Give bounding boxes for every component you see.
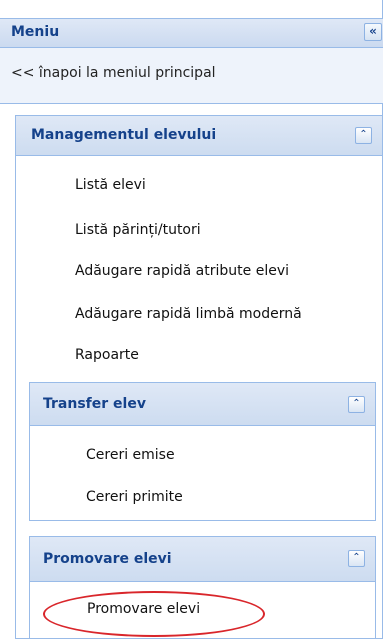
menu-item-lista-elevi[interactable]: Listă elevi	[75, 177, 146, 193]
transfer-group-header[interactable]: Transfer elev ⌃	[30, 383, 375, 426]
menu-item-cereri-primite[interactable]: Cereri primite	[86, 489, 183, 505]
menu-item-cereri-emise[interactable]: Cereri emise	[86, 447, 175, 463]
transfer-collapse-icon[interactable]: ⌃	[348, 396, 365, 413]
promovare-group-header[interactable]: Promovare elevi ⌃	[30, 537, 375, 582]
management-collapse-icon[interactable]: ⌃	[355, 127, 372, 144]
menu-item-lista-parinti-tutori[interactable]: Listă părinți/tutori	[75, 222, 201, 238]
collapse-panel-button[interactable]: «	[364, 23, 382, 41]
menu-panel: Meniu « << înapoi la meniul principal Ma…	[0, 0, 383, 639]
menu-item-adaugare-limba-moderna[interactable]: Adăugare rapidă limbă modernă	[75, 306, 302, 322]
menu-title: Meniu	[11, 24, 60, 40]
management-group-header[interactable]: Managementul elevului ⌃	[16, 116, 382, 156]
transfer-group-title: Transfer elev	[43, 396, 146, 412]
promovare-group-title: Promovare elevi	[43, 551, 172, 567]
back-to-main-menu-link[interactable]: << înapoi la meniul principal	[11, 65, 216, 81]
transfer-group: Transfer elev ⌃	[29, 382, 376, 521]
menu-item-adaugare-atribute-elevi[interactable]: Adăugare rapidă atribute elevi	[75, 263, 289, 279]
management-group-title: Managementul elevului	[31, 127, 217, 143]
highlight-ellipse-annotation	[43, 591, 265, 637]
promovare-collapse-icon[interactable]: ⌃	[348, 550, 365, 567]
menu-item-rapoarte[interactable]: Rapoarte	[75, 347, 139, 363]
menu-header: Meniu «	[0, 18, 383, 48]
back-row: << înapoi la meniul principal	[0, 48, 383, 104]
